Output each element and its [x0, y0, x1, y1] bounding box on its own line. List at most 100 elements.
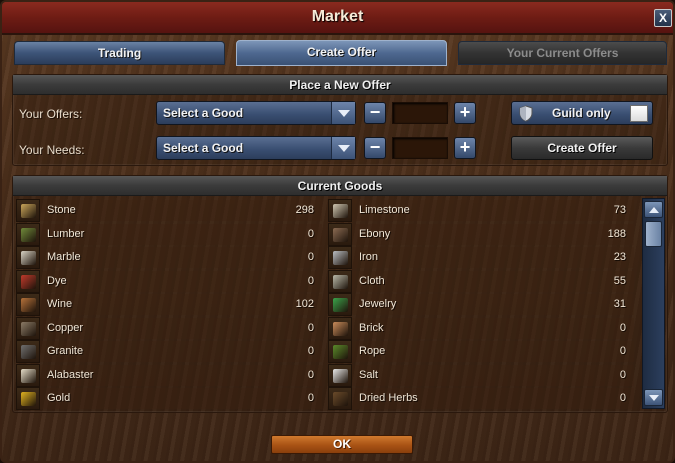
scroll-up-button[interactable]: [644, 201, 663, 218]
goods-row: Limestone 73: [328, 199, 634, 222]
good-amount: 188: [607, 227, 626, 240]
good-amount: 0: [619, 321, 626, 334]
good-name: Wine: [47, 298, 73, 310]
good-icon-frame: [328, 199, 352, 222]
salt-icon: [333, 368, 348, 383]
scroll-thumb[interactable]: [645, 221, 662, 247]
goods-scrollbar[interactable]: [642, 198, 665, 409]
wine-icon: [21, 298, 36, 312]
good-icon-frame: [328, 269, 352, 293]
good-amount: 0: [307, 345, 314, 357]
offers-select-value: Select a Good: [163, 106, 244, 120]
good-amount: 0: [307, 251, 314, 263]
good-name: Alabaster: [47, 368, 94, 381]
good-name: Jewelry: [359, 298, 397, 310]
good-amount: 23: [613, 251, 626, 263]
needs-plus-button[interactable]: +: [454, 137, 476, 159]
good-icon-frame: [328, 222, 352, 246]
offers-good-select[interactable]: Select a Good: [156, 101, 356, 125]
goods-row: Wine 102: [16, 293, 322, 316]
brick-icon: [333, 321, 348, 336]
alabaster-icon: [21, 368, 36, 383]
tab-your-current-offers[interactable]: Your Current Offers: [458, 41, 667, 65]
needs-select-value: Select a Good: [163, 141, 244, 155]
good-amount: 0: [619, 345, 626, 357]
copper-icon: [21, 321, 36, 336]
dried-herbs-icon: [333, 392, 348, 406]
good-name: Salt: [359, 368, 378, 381]
good-icon-frame: [16, 316, 40, 340]
granite-icon: [21, 345, 36, 359]
goods-row: Dye 0: [16, 269, 322, 293]
good-amount: 0: [619, 392, 626, 404]
marble-icon: [21, 251, 36, 265]
good-amount: 0: [307, 274, 314, 287]
good-amount: 73: [613, 204, 626, 216]
goods-row: Cloth 55: [328, 269, 634, 293]
tab-trading[interactable]: Trading: [14, 41, 225, 65]
good-icon-frame: [328, 340, 352, 363]
scroll-down-button[interactable]: [644, 389, 663, 406]
good-amount: 298: [295, 204, 314, 216]
window-title: Market: [311, 8, 364, 25]
offers-minus-button[interactable]: −: [364, 102, 386, 124]
cloth-icon: [333, 274, 348, 289]
good-icon-frame: [16, 222, 40, 246]
good-icon-frame: [16, 363, 40, 387]
current-goods-header: Current Goods: [13, 176, 667, 196]
goods-row: Stone 298: [16, 199, 322, 222]
market-window: Market X Trading Create Offer Your Curre…: [0, 0, 675, 463]
gold-icon: [21, 392, 36, 406]
good-icon-frame: [16, 387, 40, 410]
goods-row: Alabaster 0: [16, 363, 322, 387]
good-icon-frame: [16, 269, 40, 293]
good-icon-frame: [328, 293, 352, 316]
good-amount: 55: [613, 274, 626, 287]
goods-row: Salt 0: [328, 363, 634, 387]
limestone-icon: [333, 204, 348, 218]
goods-row: Granite 0: [16, 340, 322, 363]
goods-row: Marble 0: [16, 246, 322, 269]
close-button[interactable]: X: [654, 9, 672, 27]
good-icon-frame: [16, 293, 40, 316]
good-name: Marble: [47, 251, 81, 263]
guild-only-checkbox[interactable]: [630, 105, 648, 122]
good-name: Ebony: [359, 227, 391, 240]
needs-quantity-input[interactable]: [392, 137, 448, 159]
tab-create-offer[interactable]: Create Offer: [236, 40, 447, 66]
good-amount: 0: [307, 368, 314, 381]
shield-icon: [519, 105, 533, 122]
good-icon-frame: [16, 246, 40, 269]
goods-row: Gold 0: [16, 387, 322, 410]
good-icon-frame: [328, 387, 352, 410]
good-name: Rope: [359, 345, 386, 357]
good-name: Granite: [47, 345, 84, 357]
good-icon-frame: [328, 246, 352, 269]
needs-minus-button[interactable]: −: [364, 137, 386, 159]
stone-icon: [21, 204, 36, 218]
goods-row: Copper 0: [16, 316, 322, 340]
offers-quantity-input[interactable]: [392, 102, 448, 124]
good-amount: 0: [307, 227, 314, 240]
your-needs-label: Your Needs:: [19, 143, 85, 157]
goods-row: Lumber 0: [16, 222, 322, 246]
ok-button[interactable]: OK: [271, 435, 413, 454]
iron-icon: [333, 251, 348, 265]
good-name: Iron: [359, 251, 378, 263]
good-amount: 0: [307, 392, 314, 404]
needs-good-select[interactable]: Select a Good: [156, 136, 356, 160]
good-icon-frame: [16, 199, 40, 222]
good-name: Lumber: [47, 227, 85, 240]
good-amount: 0: [307, 321, 314, 334]
good-icon-frame: [328, 363, 352, 387]
new-offer-header: Place a New Offer: [13, 75, 667, 95]
lumber-icon: [21, 227, 36, 242]
create-offer-button[interactable]: Create Offer: [511, 136, 653, 160]
goods-row: Rope 0: [328, 340, 634, 363]
guild-only-toggle[interactable]: Guild only: [511, 101, 653, 125]
offers-plus-button[interactable]: +: [454, 102, 476, 124]
goods-row: Ebony 188: [328, 222, 634, 246]
good-name: Limestone: [359, 204, 410, 216]
good-name: Brick: [359, 321, 384, 334]
good-name: Stone: [47, 204, 76, 216]
